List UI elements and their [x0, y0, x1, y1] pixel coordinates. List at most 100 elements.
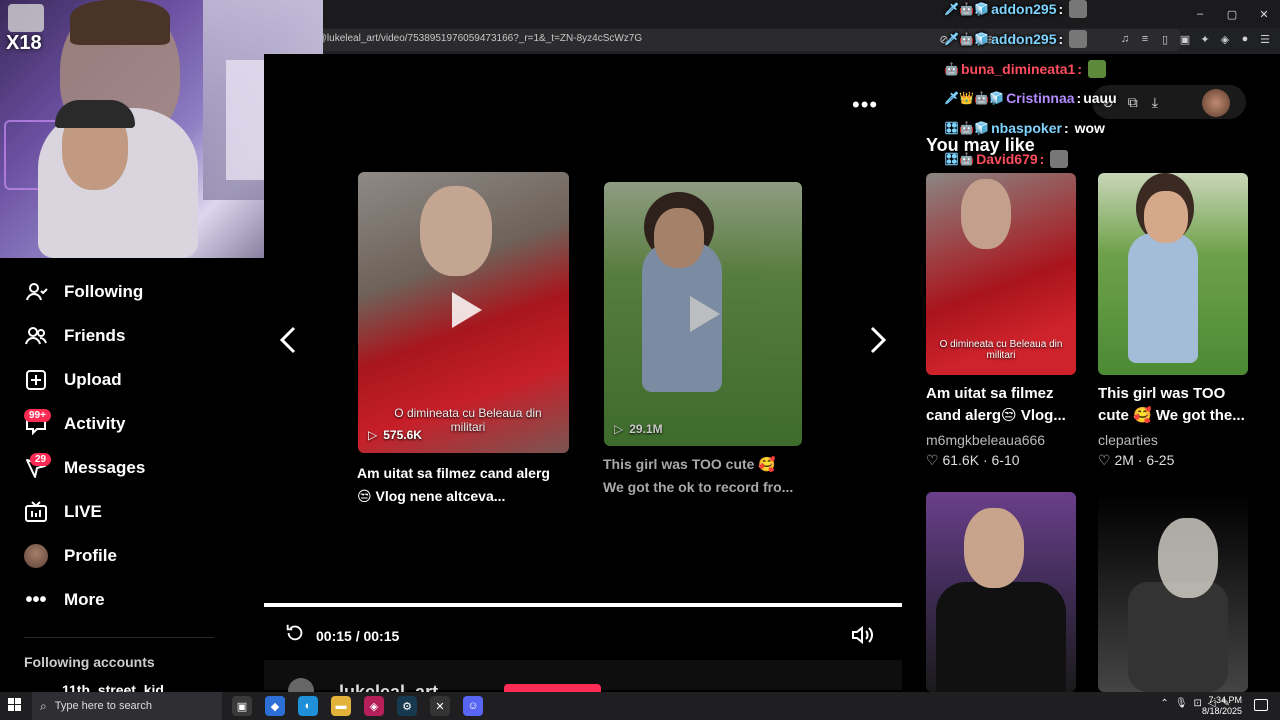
taskbar-clock[interactable]: 7:34 PM 8/18/2025: [1202, 695, 1242, 717]
video-card-thumbnail[interactable]: O dimineata cu Beleaua din militari ▷ 57…: [358, 172, 569, 453]
maximize-button[interactable]: ▢: [1216, 0, 1248, 28]
next-arrow-icon[interactable]: [868, 325, 888, 362]
chat-username: nbaspoker: [991, 120, 1062, 136]
previous-arrow-icon[interactable]: [278, 325, 298, 362]
chat-badges: 🗡👑🤖🧊: [944, 91, 1005, 105]
sidebar-icon[interactable]: ▯: [1158, 32, 1172, 46]
sidebar-item-profile[interactable]: Profile: [24, 541, 117, 571]
search-icon: ⌕: [40, 698, 47, 713]
webcam-headphones: [55, 100, 135, 128]
play-count-icon: ▷: [368, 428, 378, 442]
notification-icon[interactable]: [1254, 699, 1268, 711]
terminal-icon[interactable]: ✕: [430, 696, 450, 716]
chat-colon: :: [1058, 31, 1064, 47]
play-icon[interactable]: [690, 296, 720, 332]
close-window-button[interactable]: ✕: [1248, 0, 1280, 28]
view-count-value: 29.1M: [629, 422, 663, 436]
extension-icons: ♫ ≡ ▯ ▣ ✦ ◈ ● ☰: [1118, 32, 1272, 46]
thumbnail-person: [1128, 233, 1198, 363]
video-card-thumbnail[interactable]: ▷ 29.1M: [604, 182, 802, 446]
sidebar-item-following[interactable]: Following: [24, 277, 143, 307]
chat-message: 🗡👑🤖🧊 Cristinnaa: uauu: [944, 90, 1117, 106]
playback-controls: 00:15 / 00:15: [284, 622, 399, 649]
minimize-button[interactable]: –: [1184, 0, 1216, 28]
browser-icon[interactable]: ◈: [364, 696, 384, 716]
volume-icon[interactable]: [850, 624, 874, 651]
chat-text: uauu: [1083, 90, 1117, 106]
user-avatar[interactable]: [1202, 89, 1230, 117]
thumbnail-face: [420, 186, 492, 276]
sidebar-item-label: Upload: [64, 370, 122, 389]
steam-icon[interactable]: ⚙: [397, 696, 417, 716]
menu-icon[interactable]: ☰: [1258, 32, 1272, 46]
view-count-value: 575.6K: [383, 428, 422, 442]
shield-icon[interactable]: ◈: [1218, 32, 1232, 46]
replay-icon[interactable]: [284, 622, 306, 649]
profile-avatar: [24, 544, 48, 568]
taskbar-search[interactable]: ⌕ Type here to search: [32, 692, 222, 720]
channel-logo: [8, 4, 44, 32]
more-options-icon[interactable]: •••: [852, 92, 878, 118]
vpn-icon[interactable]: ●: [1238, 32, 1252, 46]
sidebar-item-label: Messages: [64, 458, 146, 477]
copy-icon[interactable]: ⧉: [1128, 94, 1138, 111]
title-line: This girl was TOO: [1098, 385, 1226, 402]
recommended-thumbnail[interactable]: [1098, 173, 1248, 375]
recommended-author[interactable]: cleparties: [1098, 432, 1158, 448]
window-controls: – ▢ ✕: [1184, 0, 1280, 28]
play-icon[interactable]: [452, 292, 482, 328]
recommended-title[interactable]: Am uitat sa filmez cand alerg😒 Vlog...: [926, 383, 1086, 427]
emote-icon: [1088, 60, 1106, 78]
chat-username: Cristinnaa: [1006, 90, 1075, 106]
video-progress-bar[interactable]: [264, 603, 902, 607]
microphone-icon[interactable]: 🎙: [1175, 698, 1188, 709]
extensions-icon[interactable]: ✦: [1198, 32, 1212, 46]
recommended-author[interactable]: m6mgkbeleaua666: [926, 432, 1045, 448]
title-line: cute 🥰 We got the...: [1098, 407, 1245, 424]
chevron-up-icon[interactable]: ⌃: [1160, 698, 1168, 709]
video-card-title[interactable]: Am uitat sa filmez cand alerg 😒 Vlog nen…: [357, 462, 577, 508]
view-count: ▷ 575.6K: [368, 428, 422, 442]
title-line: Am uitat sa filmez: [926, 385, 1054, 402]
sidebar-item-live[interactable]: LIVE: [24, 497, 102, 527]
sidebar-nav: Following Friends Upload Activity 99+ Me…: [0, 258, 264, 698]
recommended-thumbnail[interactable]: O dimineata cu Beleaua din militari: [926, 173, 1076, 375]
network-icon[interactable]: ⊡: [1194, 698, 1202, 709]
task-view-icon[interactable]: ▣: [232, 696, 252, 716]
sidebar-divider: [24, 637, 214, 638]
file-explorer-icon[interactable]: ▬: [331, 696, 351, 716]
video-card-title[interactable]: This girl was TOO cute 🥰 We got the ok t…: [603, 453, 823, 499]
start-button[interactable]: [8, 698, 22, 712]
edge-icon[interactable]: ◐: [298, 696, 318, 716]
title-line: cand alerg😒 Vlog...: [926, 407, 1066, 424]
recommended-thumbnail[interactable]: [1098, 492, 1248, 692]
chat-badges: 🎛🤖: [944, 152, 975, 166]
play-count-icon: ▷: [614, 422, 624, 436]
discord-icon[interactable]: ☺: [463, 696, 483, 716]
thumbnail-face: [964, 508, 1024, 588]
sidebar-item-upload[interactable]: Upload: [24, 365, 122, 395]
url-text[interactable]: /@lukeleal_art/video/7538951976059473166…: [314, 33, 642, 44]
download-icon[interactable]: ⤓: [1152, 94, 1158, 111]
reading-list-icon[interactable]: ≡: [1138, 32, 1152, 46]
thumbnail-face: [1158, 518, 1218, 598]
recommended-thumbnail[interactable]: [926, 492, 1076, 692]
media-icon[interactable]: ♫: [1118, 32, 1132, 46]
chat-badges: 🗡🤖🧊: [944, 32, 990, 46]
chat-message: 🤖 buna_dimineata1:: [944, 60, 1106, 78]
sidebar-item-friends[interactable]: Friends: [24, 321, 125, 351]
chat-badges: 🎛🤖🧊: [944, 121, 990, 135]
chat-colon: :: [1077, 61, 1082, 77]
taskbar-apps: ▣ ◆ ◐ ▬ ◈ ⚙ ✕ ☺: [232, 696, 483, 716]
chat-colon: :: [1058, 1, 1064, 17]
post-date: 6-10: [991, 452, 1020, 468]
stat-separator: ·: [982, 452, 988, 468]
stat-separator: ·: [1137, 452, 1143, 468]
sidebar-item-more[interactable]: ••• More: [24, 585, 104, 615]
recommended-title[interactable]: This girl was TOO cute 🥰 We got the...: [1098, 383, 1258, 427]
copilot-icon[interactable]: ◆: [265, 696, 285, 716]
title-line: Am uitat sa filmez cand alerg: [357, 465, 550, 481]
wallet-icon[interactable]: ▣: [1178, 32, 1192, 46]
emote-icon: [1069, 30, 1088, 48]
channel-badge: X18: [6, 32, 42, 54]
